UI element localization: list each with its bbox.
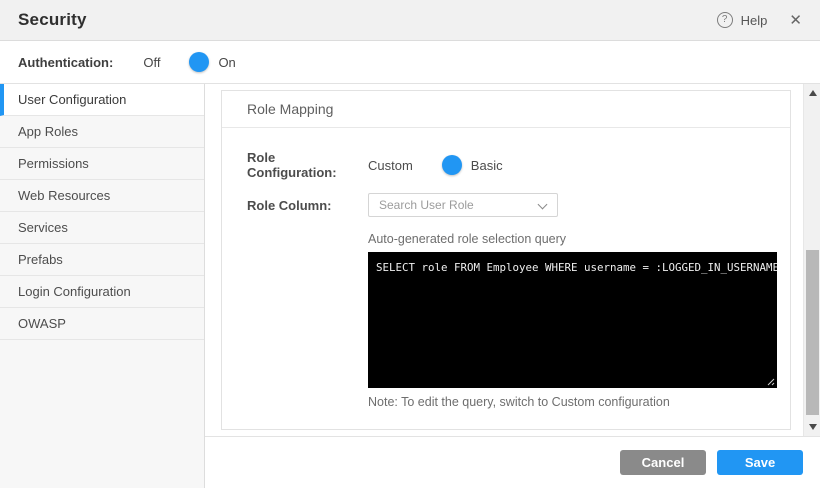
query-editor-wrap: SELECT role FROM Employee WHERE username… xyxy=(368,252,777,388)
save-button[interactable]: Save xyxy=(717,450,803,475)
toggle-knob xyxy=(189,52,209,72)
dialog-footer: Cancel Save xyxy=(205,436,820,488)
authentication-off-label: Off xyxy=(143,55,160,70)
content-area: Role Mapping Role Configuration: Custom … xyxy=(205,84,820,436)
authentication-toggle[interactable] xyxy=(171,53,207,71)
help-link[interactable]: Help xyxy=(741,13,768,28)
role-mapping-card: Role Mapping Role Configuration: Custom … xyxy=(221,90,791,430)
scroll-down-arrow-icon[interactable] xyxy=(804,420,820,434)
sidebar-item-permissions[interactable]: Permissions xyxy=(0,148,204,180)
role-column-select[interactable] xyxy=(368,193,558,217)
query-note: Note: To edit the query, switch to Custo… xyxy=(368,395,765,409)
role-column-row: Role Column: xyxy=(247,193,765,217)
role-mapping-title: Role Mapping xyxy=(222,91,790,128)
query-label: Auto-generated role selection query xyxy=(368,232,765,246)
sidebar-item-web-resources[interactable]: Web Resources xyxy=(0,180,204,212)
dialog-header: Security ? Help ✕ xyxy=(0,0,820,41)
sidebar-item-services[interactable]: Services xyxy=(0,212,204,244)
main-panel: Role Mapping Role Configuration: Custom … xyxy=(205,84,820,488)
authentication-on-label: On xyxy=(218,55,235,70)
scrollbar-thumb[interactable] xyxy=(806,250,819,415)
role-query-textarea[interactable]: SELECT role FROM Employee WHERE username… xyxy=(368,252,777,388)
resize-handle-icon[interactable] xyxy=(766,377,775,386)
dialog-body: User Configuration App Roles Permissions… xyxy=(0,84,820,488)
role-column-search-input[interactable] xyxy=(369,194,557,216)
sidebar-item-app-roles[interactable]: App Roles xyxy=(0,116,204,148)
role-mapping-form: Role Configuration: Custom Basic Role Co… xyxy=(222,128,790,409)
basic-option-label: Basic xyxy=(471,158,503,173)
sidebar-item-login-configuration[interactable]: Login Configuration xyxy=(0,276,204,308)
role-configuration-label: Role Configuration: xyxy=(247,150,368,180)
sidebar-item-owasp[interactable]: OWASP xyxy=(0,308,204,340)
sidebar-item-user-configuration[interactable]: User Configuration xyxy=(0,84,204,116)
header-actions: ? Help ✕ xyxy=(717,11,802,29)
scroll-up-arrow-icon[interactable] xyxy=(804,86,820,100)
cancel-button[interactable]: Cancel xyxy=(620,450,706,475)
toggle-knob xyxy=(442,155,462,175)
page-title: Security xyxy=(18,10,87,30)
sidebar-item-prefabs[interactable]: Prefabs xyxy=(0,244,204,276)
custom-option-label: Custom xyxy=(368,158,413,173)
role-configuration-row: Role Configuration: Custom Basic xyxy=(247,150,765,180)
authentication-bar: Authentication: Off On xyxy=(0,41,820,84)
authentication-label: Authentication: xyxy=(18,55,113,70)
settings-sidebar: User Configuration App Roles Permissions… xyxy=(0,84,205,488)
help-icon[interactable]: ? xyxy=(717,12,733,28)
vertical-scrollbar[interactable] xyxy=(803,84,820,436)
role-column-label: Role Column: xyxy=(247,198,368,213)
close-icon[interactable]: ✕ xyxy=(789,11,802,29)
role-configuration-toggle[interactable] xyxy=(424,156,460,174)
security-dialog: Security ? Help ✕ Authentication: Off On… xyxy=(0,0,820,488)
